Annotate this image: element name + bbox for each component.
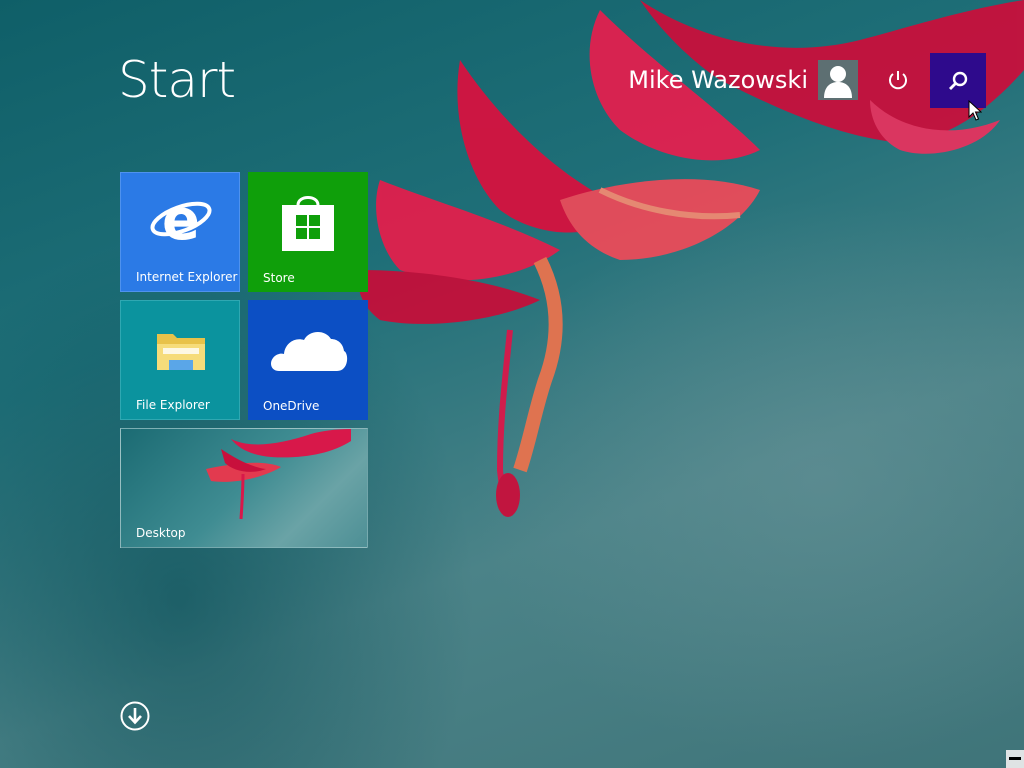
- folder-icon: [121, 301, 239, 401]
- page-title: Start: [118, 51, 236, 109]
- tile-store[interactable]: Store: [248, 172, 368, 292]
- avatar[interactable]: [818, 60, 858, 100]
- mouse-cursor-icon: [968, 100, 982, 121]
- power-icon: [889, 71, 907, 90]
- svg-text:e: e: [162, 193, 200, 253]
- tile-desktop[interactable]: Desktop: [120, 428, 368, 548]
- internet-explorer-icon: e: [121, 173, 239, 273]
- all-apps-button[interactable]: [120, 701, 150, 731]
- tile-label: OneDrive: [263, 399, 320, 413]
- tile-label: Desktop: [136, 526, 186, 540]
- tile-label: Store: [263, 271, 295, 285]
- user-silhouette-icon: [824, 66, 852, 98]
- arrow-down-circle-icon: [120, 701, 150, 731]
- zoom-out-button[interactable]: [1006, 750, 1024, 768]
- user-name[interactable]: Mike Wazowski: [628, 64, 808, 96]
- tile-internet-explorer[interactable]: e Internet Explorer: [120, 172, 240, 292]
- search-icon: [949, 71, 968, 90]
- tile-onedrive[interactable]: OneDrive: [248, 300, 368, 420]
- tile-label: File Explorer: [136, 398, 210, 412]
- tile-label: Internet Explorer: [136, 270, 238, 284]
- tile-file-explorer[interactable]: File Explorer: [120, 300, 240, 420]
- minus-icon: [1009, 757, 1021, 760]
- cloud-icon: [248, 300, 368, 400]
- store-icon: [248, 172, 368, 272]
- power-button[interactable]: [878, 60, 918, 100]
